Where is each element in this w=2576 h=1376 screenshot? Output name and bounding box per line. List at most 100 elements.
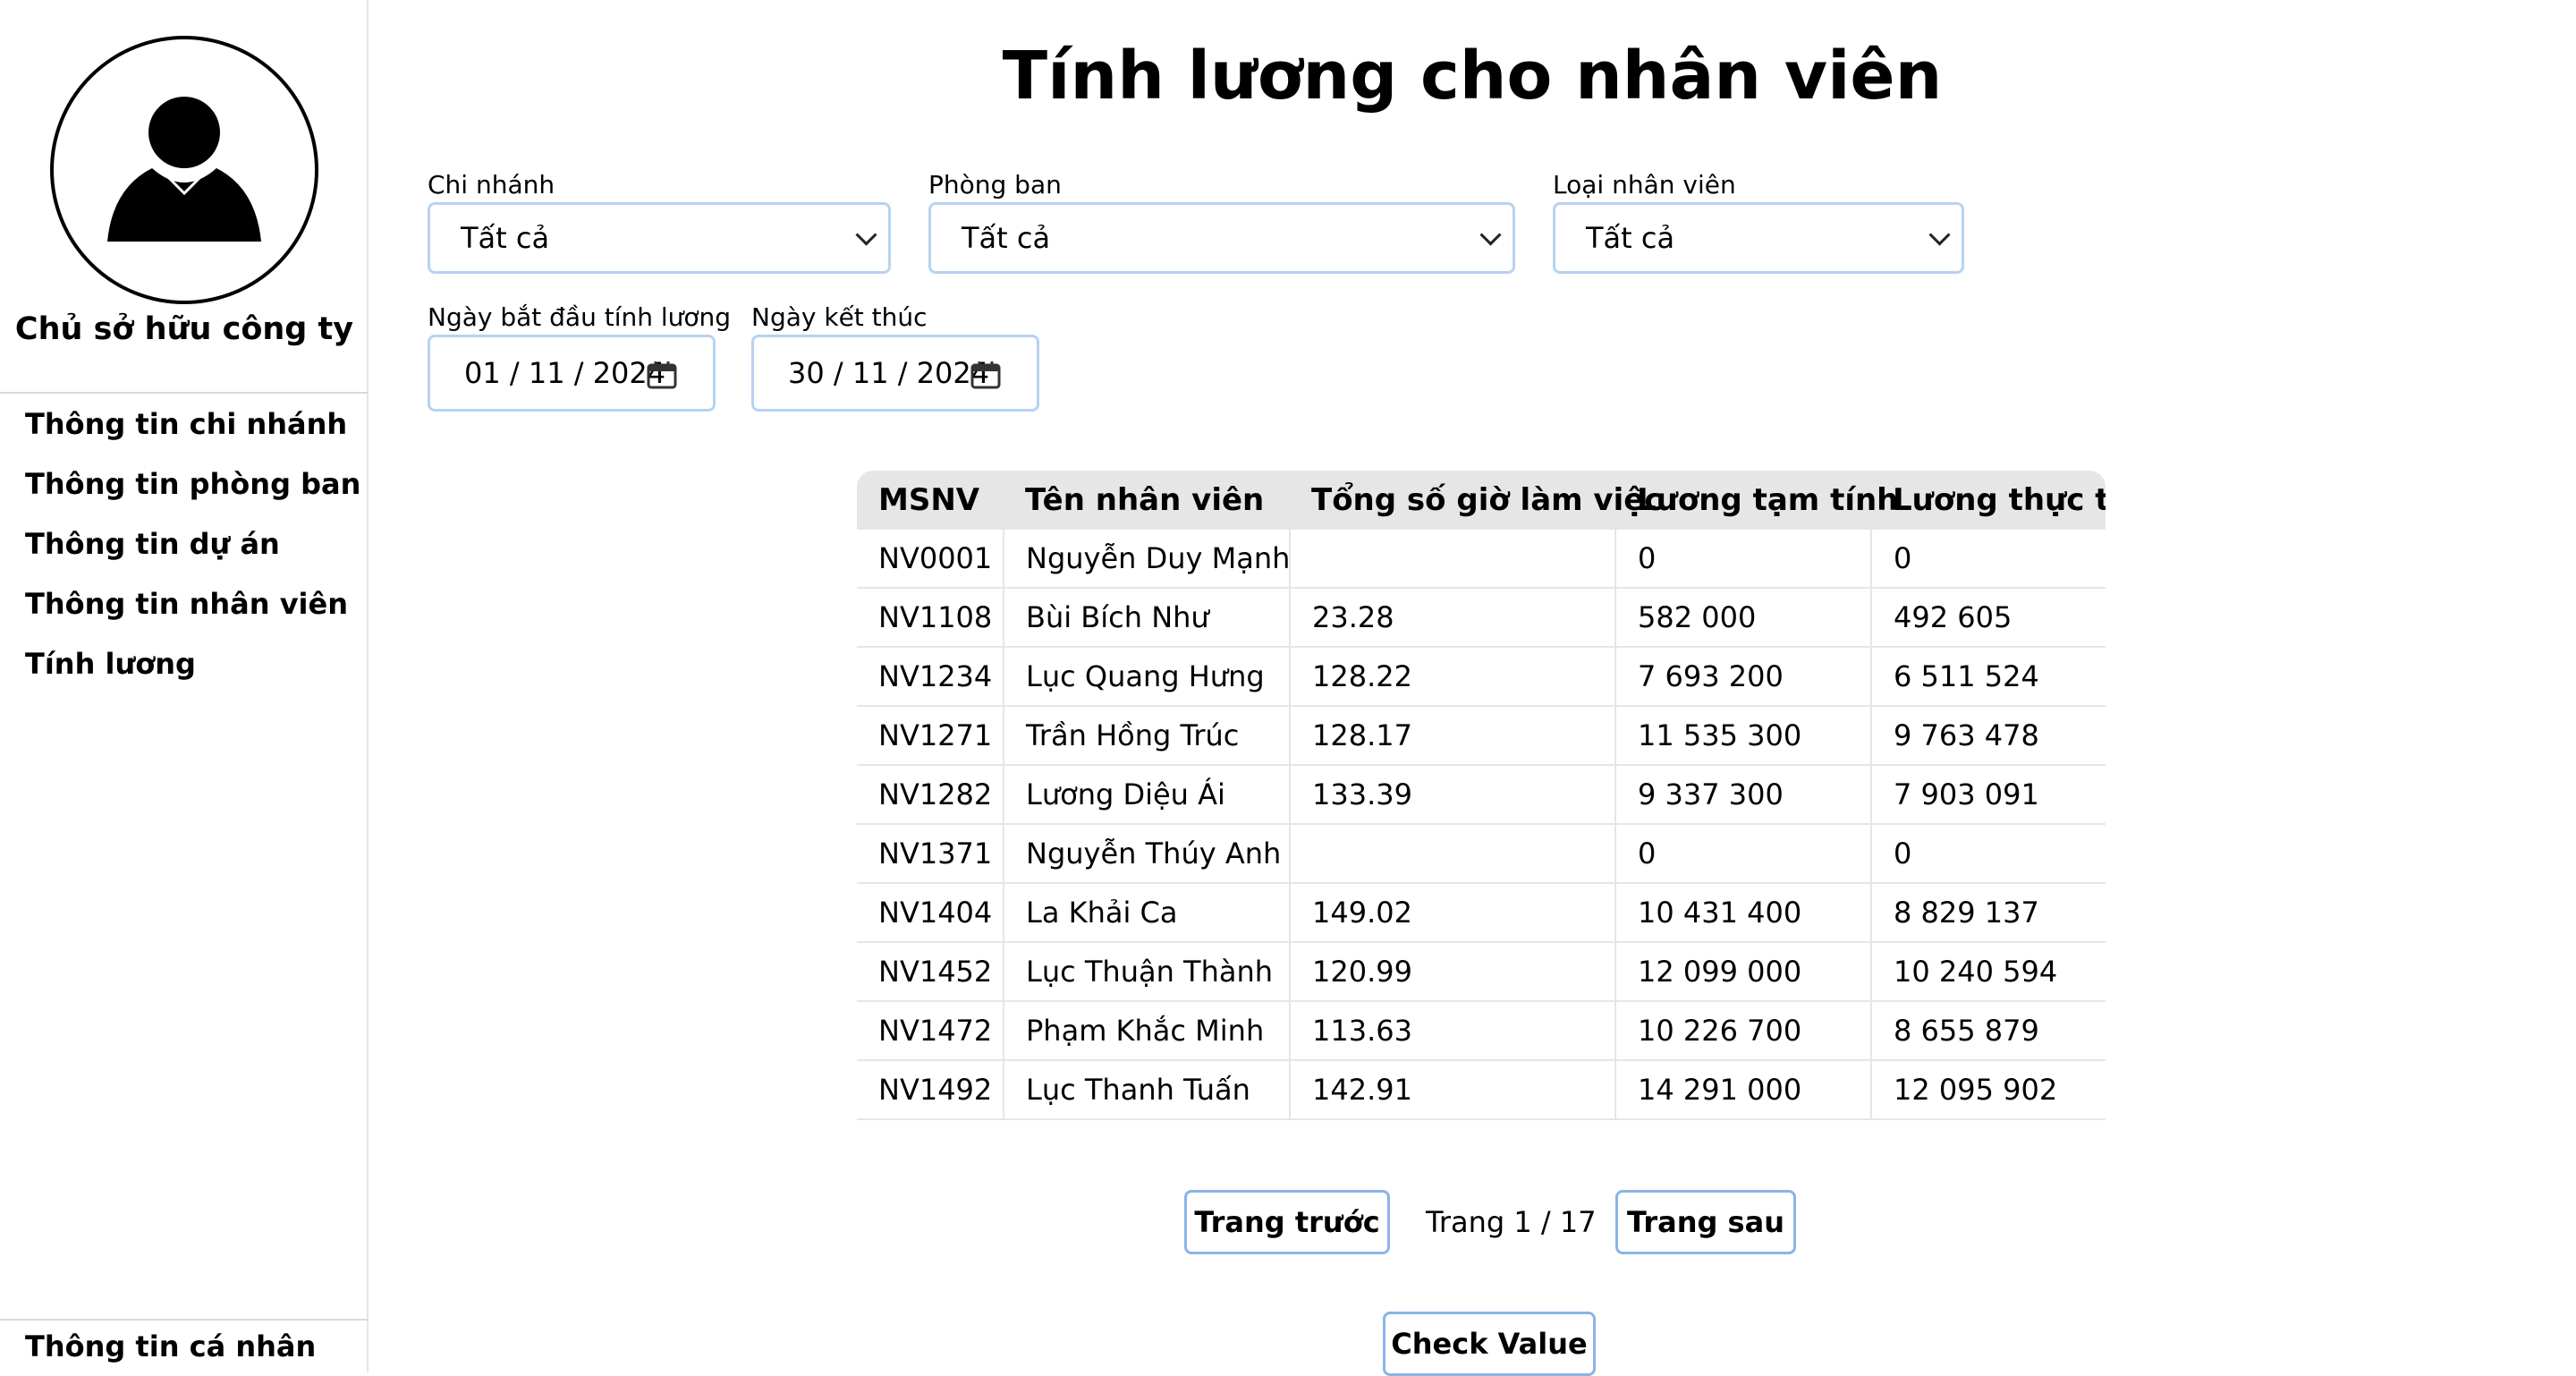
cell-estimated-salary: 7 693 200 <box>1614 647 1872 707</box>
sidebar-divider <box>0 392 369 394</box>
page-indicator: Trang 1 / 17 <box>1426 1205 1597 1239</box>
cell-actual-salary: 0 <box>1870 824 2106 884</box>
user-role-label: Chủ sở hữu công ty <box>14 311 354 347</box>
employee-type-label: Loại nhân viên <box>1553 170 1736 200</box>
sidebar-item-payroll[interactable]: Tính lương <box>25 642 360 702</box>
cell-actual-salary: 0 <box>1870 530 2106 589</box>
employee-type-select-value: Tất cả <box>1586 221 1675 255</box>
cell-employee-name: Nguyễn Thúy Anh <box>1003 824 1291 884</box>
cell-actual-salary: 6 511 524 <box>1870 647 2106 707</box>
column-header-estimated-salary: Lương tạm tính <box>1615 471 1898 530</box>
cell-estimated-salary: 0 <box>1614 824 1872 884</box>
cell-msnv: NV1108 <box>857 588 1004 648</box>
cell-total-hours <box>1289 824 1616 884</box>
table-row[interactable]: NV0001 Nguyễn Duy Mạnh 0 0 <box>857 530 2106 589</box>
table-row[interactable]: NV1472 Phạm Khắc Minh 113.63 10 226 700 8 65… <box>857 1001 2106 1061</box>
chevron-down-icon <box>1928 224 1951 246</box>
column-header-total-hours: Tổng số giờ làm việc <box>1290 471 1662 530</box>
cell-total-hours: 23.28 <box>1289 588 1616 648</box>
cell-estimated-salary: 10 431 400 <box>1614 883 1872 943</box>
cell-estimated-salary: 11 535 300 <box>1614 706 1872 766</box>
cell-msnv: NV1271 <box>857 706 1004 766</box>
cell-actual-salary: 9 763 478 <box>1870 706 2106 766</box>
table-row[interactable]: NV1492 Lục Thanh Tuấn 142.91 14 291 000 12 0… <box>857 1060 2106 1120</box>
calendar-icon[interactable] <box>647 361 677 389</box>
sidebar-item-branch-info[interactable]: Thông tin chi nhánh <box>25 403 360 463</box>
cell-msnv: NV1282 <box>857 765 1004 825</box>
sidebar-item-project-info[interactable]: Thông tin dự án <box>25 522 360 582</box>
table-row[interactable]: NV1234 Lục Quang Hưng 128.22 7 693 200 6 511… <box>857 647 2106 707</box>
column-header-msnv: MSNV <box>857 471 1004 530</box>
payroll-table-container[interactable]: MSNV Tên nhân viên Tổng số giờ làm việc … <box>857 471 2106 1125</box>
chevron-down-icon <box>1479 224 1502 246</box>
page-title: Tính lương cho nhân viên <box>1002 38 1943 115</box>
cell-total-hours: 142.91 <box>1289 1060 1616 1120</box>
cell-estimated-salary: 582 000 <box>1614 588 1872 648</box>
cell-estimated-salary: 12 099 000 <box>1614 942 1872 1002</box>
column-header-actual-salary: Lương thực tế <box>1871 471 2106 530</box>
branch-label: Chi nhánh <box>428 170 555 200</box>
sidebar-bottom-divider <box>0 1319 369 1321</box>
cell-actual-salary: 12 095 902 <box>1870 1060 2106 1120</box>
table-row[interactable]: NV1452 Lục Thuận Thành 120.99 12 099 000 10 … <box>857 942 2106 1002</box>
cell-employee-name: Lục Thanh Tuấn <box>1003 1060 1291 1120</box>
employee-type-select[interactable]: Tất cả <box>1553 202 1964 274</box>
prev-page-button[interactable]: Trang trước <box>1184 1190 1390 1254</box>
department-select-value: Tất cả <box>962 221 1051 255</box>
department-label: Phòng ban <box>928 170 1062 200</box>
end-date-label: Ngày kết thúc <box>751 302 928 332</box>
cell-actual-salary: 8 655 879 <box>1870 1001 2106 1061</box>
cell-msnv: NV1234 <box>857 647 1004 707</box>
table-body: NV0001 Nguyễn Duy Mạnh 0 0 NV1108 Bùi Bích Nh… <box>857 530 2106 1120</box>
table-row[interactable]: NV1282 Lương Diệu Ái 133.39 9 337 300 7 903 … <box>857 765 2106 825</box>
check-value-button[interactable]: Check Value <box>1383 1312 1596 1376</box>
table-header-row: MSNV Tên nhân viên Tổng số giờ làm việc … <box>857 471 2106 530</box>
table-row[interactable]: NV1371 Nguyễn Thúy Anh 0 0 <box>857 824 2106 884</box>
department-select[interactable]: Tất cả <box>928 202 1515 274</box>
sidebar-item-department-info[interactable]: Thông tin phòng ban <box>25 463 360 522</box>
cell-msnv: NV1492 <box>857 1060 1004 1120</box>
chevron-down-icon <box>855 224 877 246</box>
cell-total-hours: 113.63 <box>1289 1001 1616 1061</box>
table-row[interactable]: NV1404 La Khải Ca 149.02 10 431 400 8 829 13… <box>857 883 2106 943</box>
cell-employee-name: Lương Diệu Ái <box>1003 765 1291 825</box>
end-date-input[interactable]: 30 / 11 / 2024 <box>751 335 1039 412</box>
cell-employee-name: Bùi Bích Như <box>1003 588 1291 648</box>
table-row[interactable]: NV1108 Bùi Bích Như 23.28 582 000 492 605 <box>857 588 2106 648</box>
cell-total-hours: 120.99 <box>1289 942 1616 1002</box>
cell-actual-salary: 8 829 137 <box>1870 883 2106 943</box>
cell-employee-name: Trần Hồng Trúc <box>1003 706 1291 766</box>
start-date-label: Ngày bắt đầu tính lương <box>428 302 732 332</box>
sidebar-item-employee-info[interactable]: Thông tin nhân viên <box>25 582 360 642</box>
cell-employee-name: Phạm Khắc Minh <box>1003 1001 1291 1061</box>
cell-employee-name: Nguyễn Duy Mạnh <box>1003 530 1291 589</box>
cell-total-hours: 128.17 <box>1289 706 1616 766</box>
start-date-input[interactable]: 01 / 11 / 2024 <box>428 335 716 412</box>
table-row[interactable]: NV1271 Trần Hồng Trúc 128.17 11 535 300 9 76… <box>857 706 2106 766</box>
cell-total-hours <box>1289 530 1616 589</box>
branch-select-value: Tất cả <box>461 221 550 255</box>
cell-actual-salary: 492 605 <box>1870 588 2106 648</box>
payroll-table: MSNV Tên nhân viên Tổng số giờ làm việc … <box>857 471 2106 1120</box>
cell-msnv: NV1371 <box>857 824 1004 884</box>
cell-msnv: NV1404 <box>857 883 1004 943</box>
cell-actual-salary: 10 240 594 <box>1870 942 2106 1002</box>
end-date-value: 30 / 11 / 2024 <box>788 356 990 390</box>
cell-employee-name: Lục Quang Hưng <box>1003 647 1291 707</box>
cell-total-hours: 149.02 <box>1289 883 1616 943</box>
next-page-button[interactable]: Trang sau <box>1615 1190 1796 1254</box>
branch-select[interactable]: Tất cả <box>428 202 891 274</box>
start-date-value: 01 / 11 / 2024 <box>464 356 666 390</box>
sidebar-nav: Thông tin chi nhánh Thông tin phòng ban … <box>25 403 360 702</box>
cell-total-hours: 128.22 <box>1289 647 1616 707</box>
cell-employee-name: Lục Thuận Thành <box>1003 942 1291 1002</box>
cell-estimated-salary: 0 <box>1614 530 1872 589</box>
cell-actual-salary: 7 903 091 <box>1870 765 2106 825</box>
column-header-employee-name: Tên nhân viên <box>1004 471 1290 530</box>
sidebar: Chủ sở hữu công ty Thông tin chi nhánh T… <box>0 0 369 1372</box>
calendar-icon[interactable] <box>970 361 1001 389</box>
cell-msnv: NV0001 <box>857 530 1004 589</box>
cell-employee-name: La Khải Ca <box>1003 883 1291 943</box>
cell-total-hours: 133.39 <box>1289 765 1616 825</box>
sidebar-item-profile[interactable]: Thông tin cá nhân <box>25 1329 316 1363</box>
